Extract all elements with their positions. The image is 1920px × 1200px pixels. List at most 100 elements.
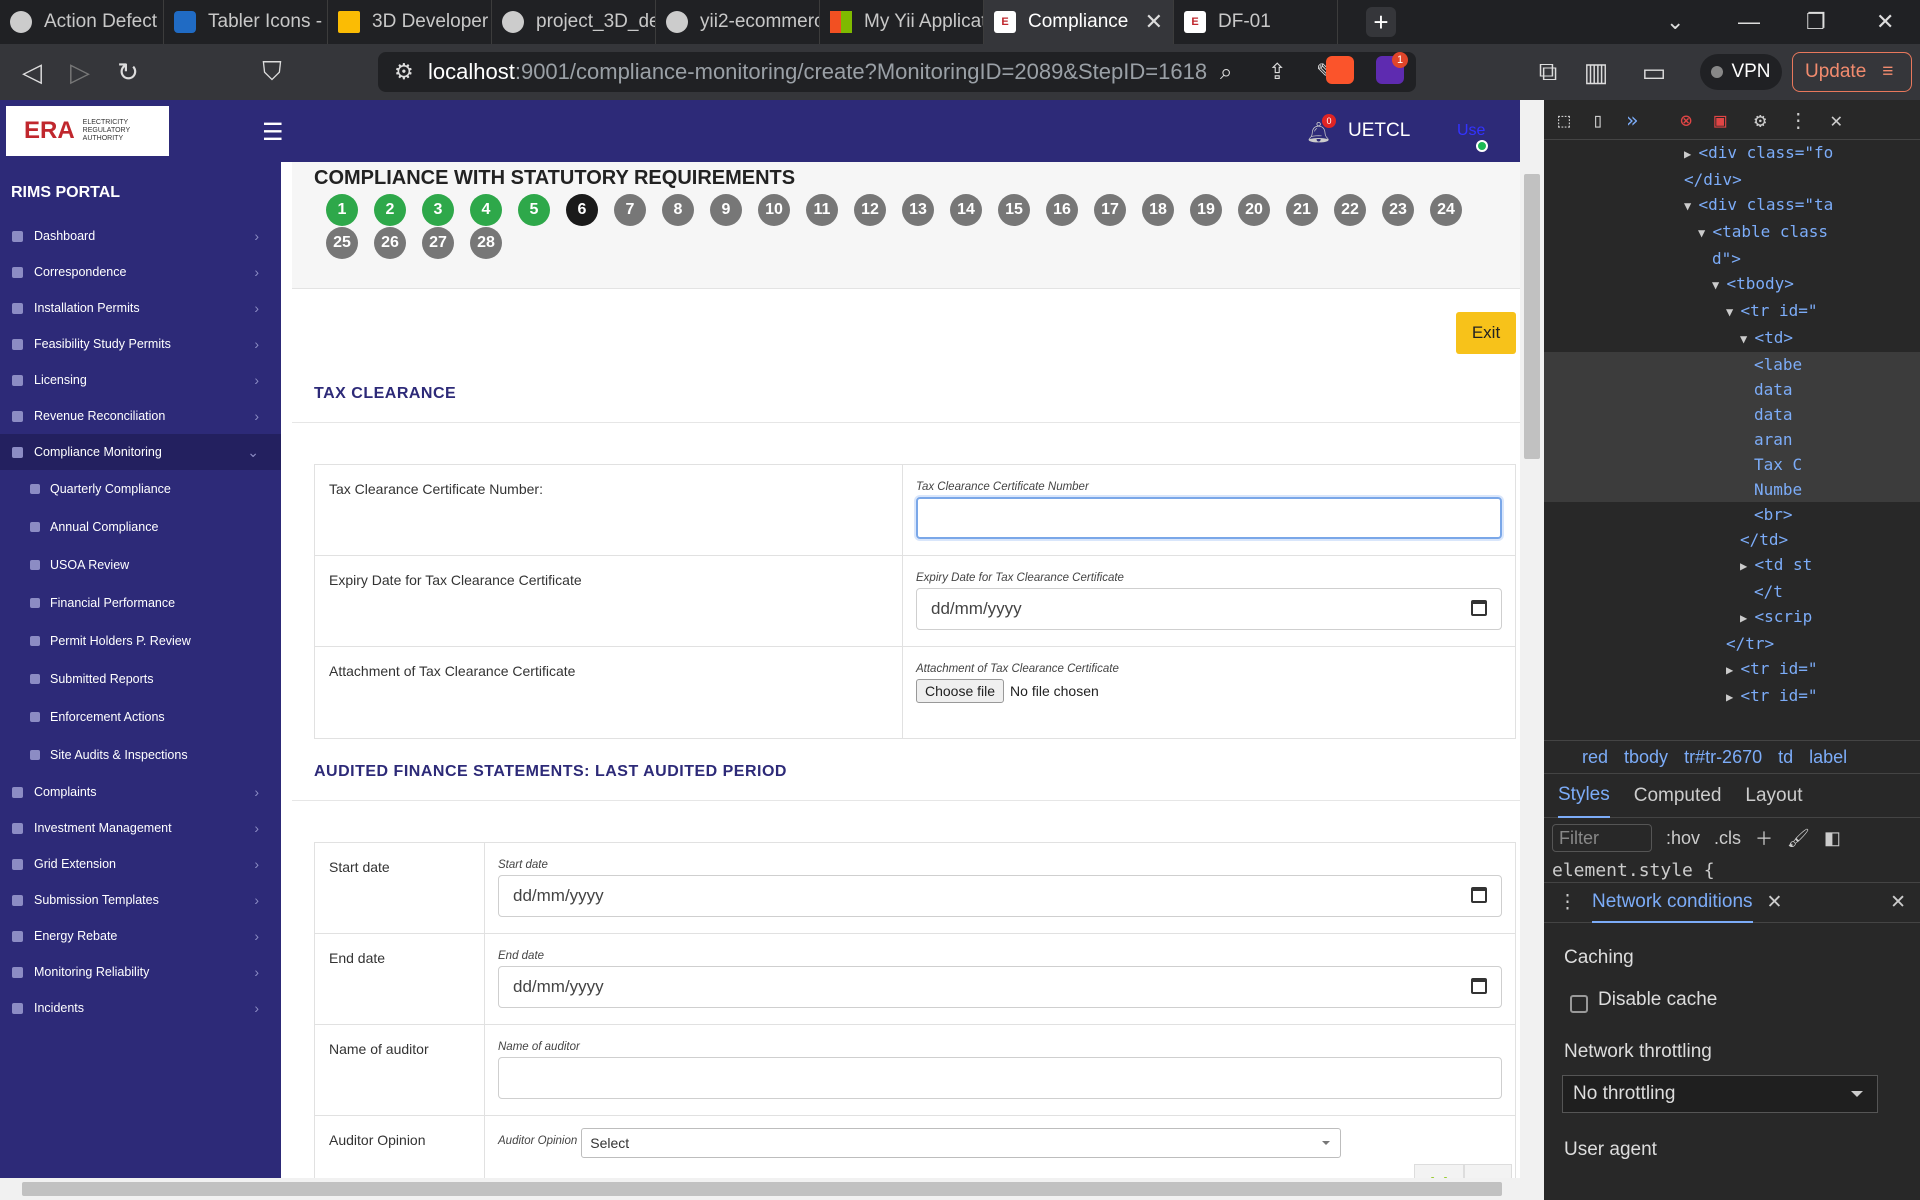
add-rule-icon[interactable]: ＋ <box>1755 825 1773 851</box>
dom-node[interactable]: <br> <box>1544 502 1920 527</box>
horizontal-scroll-thumb[interactable] <box>22 1182 1502 1196</box>
tree-arrow-icon[interactable]: ▶ <box>1684 147 1698 161</box>
site-info-icon[interactable]: ⚙ <box>394 59 414 85</box>
update-button[interactable]: Update ≡ <box>1792 52 1912 92</box>
new-tab-icon[interactable]: + <box>1366 7 1396 37</box>
close-drawer-icon[interactable]: ✕ <box>1890 891 1906 914</box>
start-date-input[interactable]: dd/mm/yyyy <box>498 875 1502 917</box>
styles-tab[interactable]: Styles <box>1558 774 1610 818</box>
kebab-menu-icon[interactable]: ⋮ <box>1788 108 1808 132</box>
choose-file-button[interactable]: Choose file <box>916 679 1005 703</box>
styles-tab[interactable]: Layout <box>1745 785 1802 807</box>
tree-arrow-icon[interactable]: ▼ <box>1712 278 1726 292</box>
browser-tab[interactable]: project_3D_devel <box>492 0 656 44</box>
dom-node[interactable]: ▶ <tr id=" <box>1544 683 1920 710</box>
dom-node[interactable]: Tax C <box>1544 452 1920 477</box>
step-button[interactable]: 6 <box>566 194 598 226</box>
browser-tab[interactable]: 3D Developer Po <box>328 0 492 44</box>
dom-node[interactable]: ▼ <div class="ta <box>1544 192 1920 219</box>
breadcrumb-item[interactable]: td <box>1778 747 1793 768</box>
auditor-opinion-select[interactable]: Select <box>581 1128 1342 1158</box>
paint-icon[interactable]: 🖌︎ <box>1787 828 1810 849</box>
step-button[interactable]: 8 <box>662 194 694 226</box>
calendar-icon[interactable] <box>1471 887 1487 903</box>
drawer-menu-icon[interactable]: ⋮ <box>1558 891 1577 914</box>
dom-node[interactable]: ▼ <tr id=" <box>1544 298 1920 325</box>
address-bar[interactable]: ⚙ localhost:9001/compliance-monitoring/c… <box>378 52 1416 92</box>
sidebar-item[interactable]: Licensing › <box>0 362 281 398</box>
restore-icon[interactable]: ❐ <box>1806 0 1826 44</box>
close-tab-icon[interactable]: ✕ <box>1767 891 1783 914</box>
back-icon[interactable]: ◁ <box>8 57 56 88</box>
step-button[interactable]: 26 <box>374 227 406 259</box>
dom-node[interactable]: data <box>1544 377 1920 402</box>
breadcrumb-item[interactable]: red <box>1582 747 1608 768</box>
step-button[interactable]: 11 <box>806 194 838 226</box>
device-toggle-icon[interactable]: ▯ <box>1592 108 1604 132</box>
close-window-icon[interactable]: ✕ <box>1876 0 1894 44</box>
browser-tab[interactable]: Tabler Icons - 14 <box>164 0 328 44</box>
step-button[interactable]: 3 <box>422 194 454 226</box>
dom-node[interactable]: ▼ <table class <box>1544 219 1920 246</box>
browser-tab[interactable]: yii2-ecommerce- <box>656 0 820 44</box>
breadcrumb-item[interactable]: label <box>1809 747 1847 768</box>
step-button[interactable]: 14 <box>950 194 982 226</box>
auditor-name-input[interactable] <box>498 1057 1502 1099</box>
cls-toggle[interactable]: .cls <box>1714 828 1741 849</box>
brave-rewards-icon[interactable]: 1 <box>1376 52 1408 84</box>
calendar-icon[interactable] <box>1471 600 1487 616</box>
close-devtools-icon[interactable]: ✕ <box>1830 108 1842 132</box>
throttling-select[interactable]: No throttling <box>1562 1075 1878 1113</box>
step-button[interactable]: 7 <box>614 194 646 226</box>
errors-icon[interactable]: ⊗ <box>1680 108 1692 132</box>
tree-arrow-icon[interactable]: ▶ <box>1740 611 1754 625</box>
wallet-icon[interactable]: ▭ <box>1630 57 1678 88</box>
issues-icon[interactable]: ▣ <box>1714 108 1726 132</box>
disable-cache-checkbox[interactable] <box>1570 995 1588 1013</box>
dom-node[interactable]: ▶ <td st <box>1544 552 1920 579</box>
dom-node[interactable]: ▼ <tbody> <box>1544 271 1920 298</box>
brave-shield-icon[interactable] <box>1326 56 1354 84</box>
more-panels-icon[interactable]: » <box>1626 108 1638 132</box>
extensions-icon[interactable]: ⧉ <box>1524 56 1572 88</box>
dom-node[interactable]: d"> <box>1544 246 1920 271</box>
share-icon[interactable]: ⇪ <box>1268 59 1286 85</box>
step-button[interactable]: 1 <box>326 194 358 226</box>
vpn-button[interactable]: VPN <box>1700 54 1782 90</box>
sidebar-item[interactable]: Energy Rebate › <box>0 918 281 954</box>
close-tab-icon[interactable]: ✕ <box>1145 9 1163 35</box>
step-button[interactable]: 27 <box>422 227 454 259</box>
dom-node[interactable]: </td> <box>1544 527 1920 552</box>
sidebar-item[interactable]: Grid Extension › <box>0 846 281 882</box>
zoom-icon[interactable]: ⌕ <box>1220 59 1232 85</box>
step-button[interactable]: 20 <box>1238 194 1270 226</box>
hov-toggle[interactable]: :hov <box>1666 828 1700 849</box>
step-button[interactable]: 4 <box>470 194 502 226</box>
sidebar-item[interactable]: Installation Permits › <box>0 290 281 326</box>
forward-icon[interactable]: ▷ <box>56 57 104 88</box>
sidebar-item[interactable]: Incidents › <box>0 990 281 1026</box>
step-button[interactable]: 18 <box>1142 194 1174 226</box>
step-button[interactable]: 21 <box>1286 194 1318 226</box>
sidebar-subitem[interactable]: Financial Performance <box>0 584 281 622</box>
avatar[interactable]: Use <box>1442 104 1492 154</box>
sidebar-item[interactable]: Feasibility Study Permits › <box>0 326 281 362</box>
tree-arrow-icon[interactable]: ▶ <box>1726 663 1740 677</box>
sidebar-icon[interactable]: ▥ <box>1572 57 1620 88</box>
dom-node[interactable]: aran <box>1544 427 1920 452</box>
step-button[interactable]: 19 <box>1190 194 1222 226</box>
dom-node[interactable]: <labe <box>1544 352 1920 377</box>
breadcrumb-item[interactable]: tr#tr-2670 <box>1684 747 1762 768</box>
minimize-icon[interactable]: — <box>1738 0 1760 44</box>
dom-node[interactable]: ▼ <td> <box>1544 325 1920 352</box>
dom-node[interactable]: ▶ <tr id=" <box>1544 656 1920 683</box>
username[interactable]: UETCL <box>1348 120 1410 142</box>
tcc-number-input[interactable] <box>916 497 1502 539</box>
dom-node[interactable]: </tr> <box>1544 631 1920 656</box>
end-date-input[interactable]: dd/mm/yyyy <box>498 966 1502 1008</box>
sidebar-subitem[interactable]: Site Audits & Inspections <box>0 736 281 774</box>
sidebar-item[interactable]: Dashboard › <box>0 218 281 254</box>
vertical-scroll-thumb[interactable] <box>1524 174 1540 459</box>
drawer-tab[interactable]: Network conditions ✕ ✕ ⋮ <box>1544 883 1920 923</box>
elements-tree[interactable]: ▶ <div class="fo </div> ▼ <div class="ta ▼ … <box>1544 140 1920 800</box>
